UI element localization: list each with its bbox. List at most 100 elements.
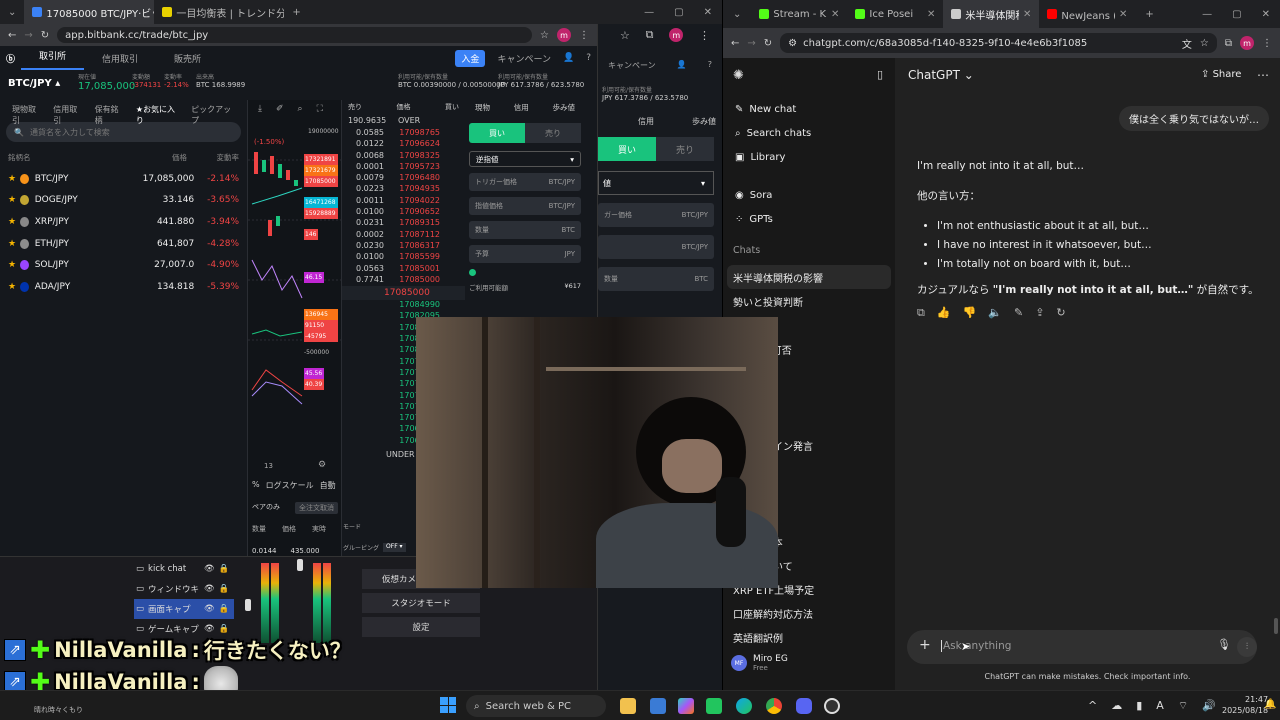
zoom-icon[interactable]: ⌕ <box>298 104 303 114</box>
percent-scale-toggle[interactable]: % <box>252 480 260 491</box>
sell-order-row[interactable]: 0.0100 17090652 <box>342 207 465 218</box>
right-bookmark-star-icon[interactable]: ☆ <box>1200 38 1209 49</box>
visibility-eye-icon[interactable]: 👁 <box>204 564 215 574</box>
buy-tab-button[interactable]: 買い <box>469 123 525 143</box>
obs-source-item[interactable]: ▭ ウィンドウキ 👁 🔒 <box>134 579 234 599</box>
bookmark-star-icon[interactable]: ☆ <box>540 30 549 41</box>
order-tab-margin[interactable]: 信用 <box>514 102 529 113</box>
mid-price[interactable]: 17085000 <box>342 286 465 301</box>
tab-bitbank[interactable]: 17085000 BTC/JPY·ビットコイン価 <box>24 0 155 24</box>
scrollbar[interactable] <box>1274 618 1278 634</box>
help-icon[interactable]: ? <box>580 53 597 63</box>
share-button[interactable]: ⇪ Share <box>1201 69 1241 80</box>
notification-bell-icon[interactable]: 🔔 <box>1264 699 1276 710</box>
bg-profile-icon[interactable]: m <box>669 28 684 42</box>
bg-order-field[interactable]: BTC/JPY <box>598 235 714 259</box>
coin-row[interactable]: ★ XRP/JPY 441.880 -3.94% <box>0 211 247 233</box>
library-button[interactable]: ▣ Library <box>723 145 895 169</box>
volume-slider-handle-2[interactable] <box>297 559 303 571</box>
paint-icon[interactable] <box>706 698 722 714</box>
right-reload-icon[interactable]: ↻ <box>764 38 772 49</box>
buy-order-row[interactable]: 17084990 <box>342 300 465 311</box>
close-button[interactable]: ✕ <box>694 7 722 18</box>
tab-close-icon[interactable]: ✕ <box>927 9 935 20</box>
edge-icon[interactable] <box>736 698 752 714</box>
right-minimize-button[interactable]: — <box>1192 9 1222 20</box>
back-icon[interactable]: ← <box>8 30 16 41</box>
bg-star-icon[interactable]: ☆ <box>620 29 630 42</box>
coin-row[interactable]: ★ DOGE/JPY 33.146 -3.65% <box>0 190 247 212</box>
order-type-select[interactable]: 逆指値 ▾ <box>469 151 581 167</box>
file-explorer-icon[interactable] <box>620 698 636 714</box>
pair-selector[interactable]: BTC/JPY ▴ <box>8 78 60 89</box>
download-icon[interactable]: ⤓ <box>258 104 262 114</box>
microphone-icon[interactable]: 🎙 <box>1217 638 1231 651</box>
subtab-holdings[interactable]: 保有銘柄 <box>95 104 124 125</box>
bitbank-logo-icon[interactable]: ⓑ <box>0 52 21 65</box>
right-menu-dots-icon[interactable]: ⋮ <box>1262 38 1272 49</box>
order-field[interactable]: 予算 JPY <box>469 245 581 263</box>
new-chat-button[interactable]: ✎ New chat <box>723 97 895 121</box>
right-close-button[interactable]: ✕ <box>1252 9 1280 20</box>
new-tab-button[interactable]: + <box>284 7 308 18</box>
sell-order-row[interactable]: 0.0563 17085001 <box>342 264 465 275</box>
sell-order-row[interactable]: 0.0230 17086317 <box>342 241 465 252</box>
order-field[interactable]: 数量 BTC <box>469 221 581 239</box>
visibility-eye-icon[interactable]: 👁 <box>204 624 215 634</box>
tray-chevron-icon[interactable]: ^ <box>1088 699 1097 713</box>
sell-order-row[interactable]: 0.0223 17094935 <box>342 184 465 195</box>
chart-settings-icon[interactable]: ⚙ <box>318 460 326 470</box>
openai-logo-icon[interactable]: ✺ <box>733 68 744 83</box>
minimize-button[interactable]: — <box>634 7 664 18</box>
order-field[interactable]: 指値価格 BTC/JPY <box>469 197 581 215</box>
favorite-star-icon[interactable]: ★ <box>8 282 20 292</box>
bg-order-field[interactable]: ガー価格 BTC/JPY <box>598 203 714 227</box>
tab-ichimoku[interactable]: 一目均衡表 | トレンド分析 | マネ <box>154 0 284 24</box>
deposit-button[interactable]: 入金 <box>455 49 486 67</box>
tab-search-icon[interactable]: ⌄ <box>0 7 24 18</box>
forward-icon[interactable]: → <box>24 30 32 41</box>
regenerate-icon[interactable]: ↻ <box>1056 306 1065 320</box>
ime-icon[interactable]: A <box>1156 699 1164 713</box>
sell-order-row[interactable]: 0.7741 17085000 <box>342 275 465 286</box>
subtab-favorites[interactable]: ★お気に入り <box>136 104 179 125</box>
bg-order-type-select[interactable]: 値 ▾ <box>598 171 714 195</box>
chat-history-item[interactable]: 勢いと投資判断 <box>723 289 895 313</box>
app-tray-icon[interactable]: ▮ <box>1136 699 1142 713</box>
left-url-field[interactable]: app.bitbank.cc/trade/btc_jpy <box>57 27 533 43</box>
voice-mode-icon[interactable]: ⫶ <box>1237 637 1257 657</box>
onedrive-icon[interactable]: ☁ <box>1111 699 1122 713</box>
nav-margin[interactable]: 信用取引 <box>84 52 156 65</box>
chat-history-item[interactable]: 英語翻訳例 <box>723 625 895 649</box>
tab-close-icon[interactable]: ✕ <box>831 9 839 20</box>
nav-exchange[interactable]: 取引所 <box>21 46 85 70</box>
coin-row[interactable]: ★ BTC/JPY 17,085,000 -2.14% <box>0 168 247 190</box>
chrome-icon[interactable] <box>766 698 782 714</box>
more-options-icon[interactable]: ⋯ <box>1257 68 1269 82</box>
right-new-tab-button[interactable]: + <box>1135 9 1163 20</box>
right-tab-0[interactable]: Stream - Kick✕ <box>751 0 847 28</box>
order-tab-spot[interactable]: 現物 <box>475 102 490 113</box>
discord-icon[interactable] <box>796 698 812 714</box>
right-tab-3[interactable]: NewJeans (뉴✕ <box>1039 0 1135 28</box>
tab-close-icon[interactable]: ✕ <box>1023 9 1031 20</box>
user-profile[interactable]: MF Miro EG Free <box>731 654 788 672</box>
copy-icon[interactable]: ⧉ <box>917 306 925 320</box>
sell-tab-button[interactable]: 売り <box>525 123 581 143</box>
coin-row[interactable]: ★ SOL/JPY 27,007.0 -4.90% <box>0 254 247 276</box>
visibility-eye-icon[interactable]: 👁 <box>204 604 215 614</box>
coin-row[interactable]: ★ ETH/JPY 641,807 -4.28% <box>0 233 247 255</box>
lock-icon[interactable]: 🔒 <box>219 624 230 634</box>
clock[interactable]: 21:47 2025/08/18 <box>1222 694 1268 716</box>
reload-icon[interactable]: ↻ <box>41 30 49 41</box>
right-forward-icon[interactable]: → <box>747 38 755 49</box>
copilot-icon[interactable] <box>678 698 694 714</box>
bg-order-field[interactable]: 数量 BTC <box>598 267 714 291</box>
thumbs-down-icon[interactable]: 👎 <box>963 306 977 320</box>
sell-order-row[interactable]: 0.0079 17096480 <box>342 173 465 184</box>
right-tab-2[interactable]: 米半導体関税✕ <box>943 0 1040 28</box>
obs-source-item[interactable]: ▭ kick chat 👁 🔒 <box>134 559 234 579</box>
coin-search-input[interactable]: 🔍 通貨名を入力して検索 <box>6 122 241 142</box>
right-back-icon[interactable]: ← <box>731 38 739 49</box>
cancel-all-button[interactable]: 全注文取消 <box>295 502 338 514</box>
